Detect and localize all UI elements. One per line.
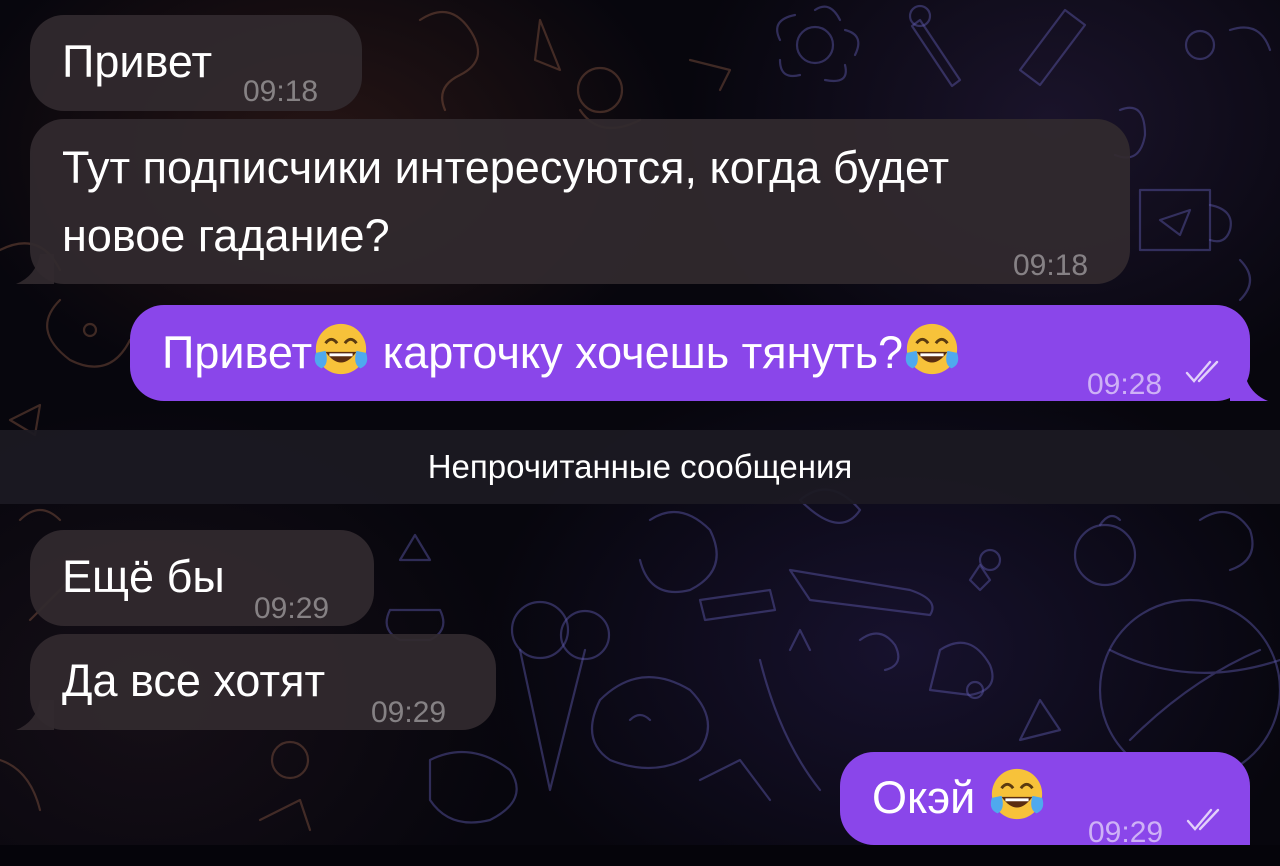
- tears-of-joy-emoji: [990, 768, 1044, 820]
- message-time: 09:29: [371, 696, 447, 729]
- message-text-part: Окэй: [872, 772, 988, 823]
- message-text: Ещё бы: [62, 551, 225, 602]
- message-bubble-incoming[interactable]: Привет 09:18: [30, 15, 362, 111]
- message-bubble-outgoing[interactable]: Окэй 09:29: [840, 752, 1250, 849]
- message-time: 09:18: [1013, 249, 1089, 282]
- message-text-part: карточку хочешь тянуть?: [370, 327, 904, 378]
- tears-of-joy-emoji: [905, 323, 959, 375]
- bubble-tail: [16, 254, 54, 284]
- message-text: Привет: [62, 36, 213, 87]
- message-text-part: Привет: [162, 327, 313, 378]
- tears-of-joy-emoji: [314, 323, 368, 375]
- unread-messages-divider: Непрочитанные сообщения: [0, 430, 1280, 504]
- bubble-tail: [1230, 371, 1268, 401]
- message-time: 09:29: [254, 592, 330, 625]
- message-text: Привет карточку хочешь тянуть?: [162, 320, 961, 386]
- bubble-tail: [16, 700, 54, 730]
- message-text: Окэй: [872, 765, 1046, 831]
- message-time: 09:18: [243, 75, 319, 108]
- message-text: Тут подписчики интересуются, когда будет…: [62, 142, 950, 261]
- message-text: Да все хотят: [62, 655, 326, 706]
- message-bubble-incoming[interactable]: Тут подписчики интересуются, когда будет…: [30, 119, 1130, 284]
- message-time: 09:28: [1087, 368, 1163, 401]
- message-time: 09:29: [1088, 816, 1164, 849]
- message-bubble-incoming[interactable]: Ещё бы 09:29: [30, 530, 374, 626]
- message-bubble-incoming[interactable]: Да все хотят 09:29: [30, 634, 496, 730]
- message-bubble-outgoing[interactable]: Привет карточку хочешь тянуть? 09:28: [130, 305, 1250, 401]
- read-double-check-icon: [1186, 808, 1220, 831]
- read-double-check-icon: [1185, 360, 1219, 383]
